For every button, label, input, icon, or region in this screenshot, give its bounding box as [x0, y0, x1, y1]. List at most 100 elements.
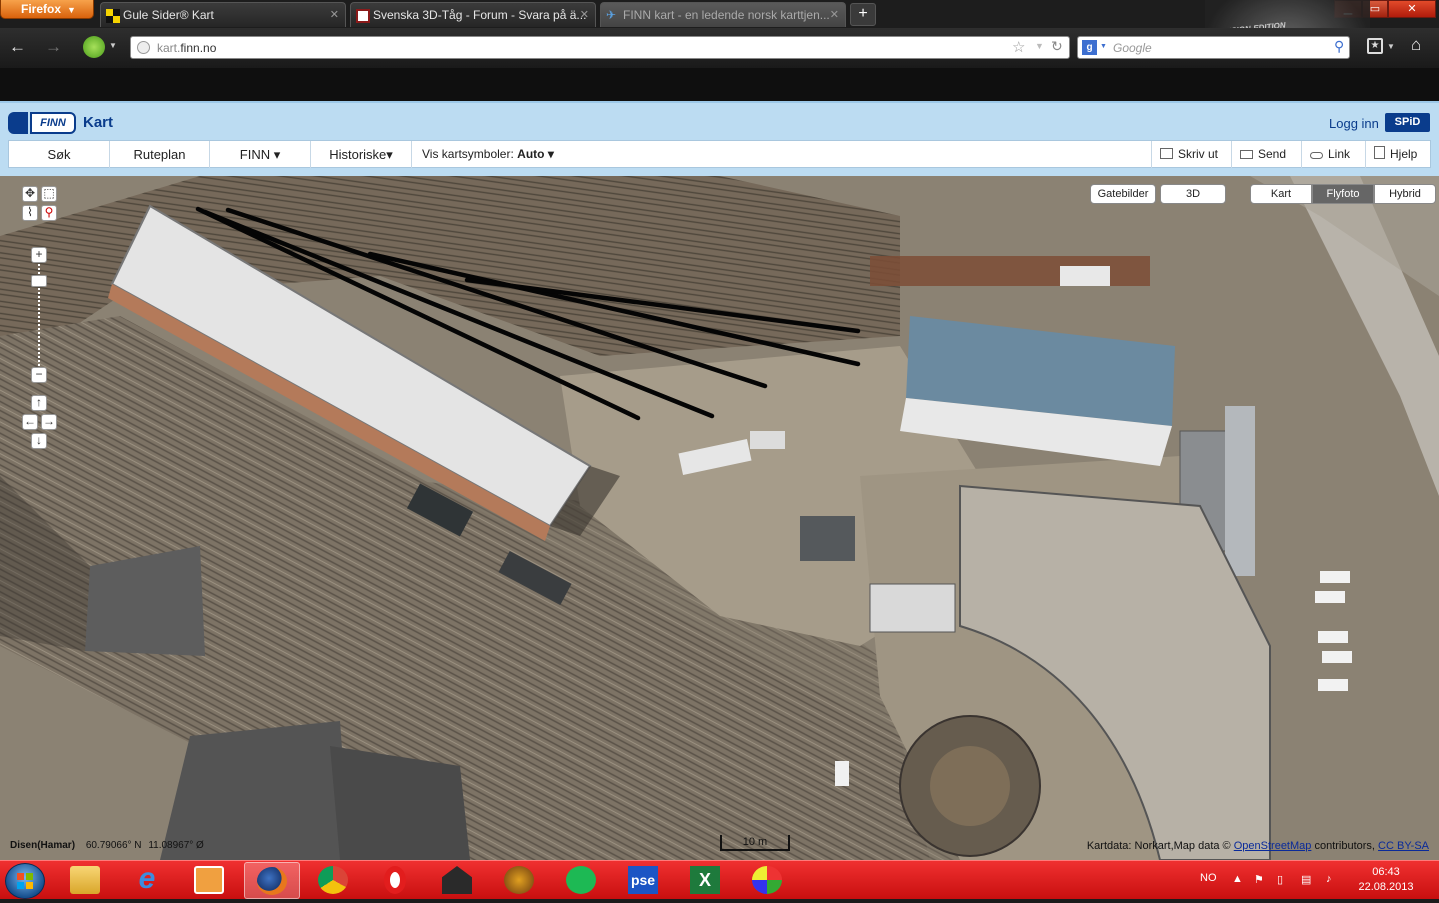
- taskbar-internet-explorer[interactable]: e: [120, 862, 176, 899]
- scale-label: 10 m: [742, 836, 768, 848]
- site-identity-icon[interactable]: [137, 41, 150, 54]
- pan-down-button[interactable]: ↓: [31, 433, 47, 449]
- chevron-down-icon[interactable]: ▼: [109, 41, 117, 50]
- taskbar-explorer[interactable]: [58, 862, 114, 899]
- windows-logo-icon: [17, 873, 33, 889]
- home-icon[interactable]: ⌂: [1411, 35, 1421, 55]
- taskbar-excel[interactable]: X: [678, 862, 734, 899]
- taskbar-train-app[interactable]: [430, 862, 486, 899]
- attribution-mid: contributors,: [1314, 840, 1375, 852]
- show-hidden-icons-icon[interactable]: ▲: [1232, 873, 1244, 886]
- page-title[interactable]: Kart: [83, 114, 113, 131]
- select-area-icon[interactable]: ⬚: [41, 186, 57, 202]
- system-clock[interactable]: 06:43 22.08.2013: [1356, 865, 1416, 895]
- marker-tool-icon[interactable]: ⚲: [41, 205, 57, 221]
- action-center-flag-icon[interactable]: ⚑: [1254, 873, 1266, 886]
- layer-kart-button[interactable]: Kart: [1250, 184, 1312, 204]
- chevron-down-icon[interactable]: ▼: [1035, 41, 1044, 51]
- latitude-value: 60.79066° N: [85, 840, 142, 851]
- taskbar-firefox[interactable]: [244, 862, 300, 899]
- google-engine-icon[interactable]: g: [1082, 40, 1097, 55]
- taskbar-paint[interactable]: [740, 862, 796, 899]
- pse-icon: pse: [628, 866, 658, 894]
- map-symbols-value: Auto ▾: [517, 147, 554, 161]
- link-button[interactable]: Link: [1301, 141, 1365, 168]
- gule-sider-favicon: [106, 9, 120, 23]
- aerial-map[interactable]: ✥ ⬚ ⌇ ⚲ + − ↑ ← → ↓ Gatebilder 3D Kart F…: [0, 176, 1439, 860]
- menu-finn[interactable]: FINN ▾: [210, 141, 311, 168]
- menu-ruteplan[interactable]: Ruteplan: [110, 141, 210, 168]
- windows-taskbar: e pse X NO ▲ ⚑ ▯ ▤ ♪ 06:43 22.08.2013: [0, 860, 1439, 899]
- print-button[interactable]: Skriv ut: [1151, 141, 1231, 168]
- aerial-photo: [0, 176, 1439, 860]
- language-indicator[interactable]: NO: [1200, 872, 1217, 884]
- firefox-menu-button[interactable]: Firefox ▼: [0, 0, 94, 19]
- layer-hybrid-button[interactable]: Hybrid: [1374, 184, 1436, 204]
- new-tab-button[interactable]: +: [850, 3, 876, 26]
- clock-date: 22.08.2013: [1358, 881, 1414, 893]
- help-button[interactable]: Hjelp: [1365, 141, 1431, 168]
- chrome-icon: [318, 866, 348, 894]
- menu-sok[interactable]: Søk: [9, 141, 110, 168]
- printer-icon: [1160, 148, 1173, 159]
- bookmarks-menu-icon[interactable]: ★: [1367, 38, 1383, 54]
- zoom-in-button[interactable]: +: [31, 247, 47, 263]
- firefox-menu-label: Firefox: [21, 2, 62, 16]
- finn-logo[interactable]: FINN: [8, 112, 76, 134]
- opera-icon: [384, 866, 406, 894]
- finn-logo-mark: [8, 112, 28, 134]
- addon-bar: [0, 68, 1439, 101]
- start-button[interactable]: [5, 863, 45, 899]
- pan-right-button[interactable]: →: [41, 414, 57, 430]
- openstreetmap-link[interactable]: OpenStreetMap: [1234, 840, 1312, 852]
- login-link[interactable]: Logg inn: [1329, 116, 1379, 131]
- addon-smiley-icon[interactable]: [83, 36, 105, 58]
- close-tab-icon[interactable]: ✕: [580, 8, 589, 21]
- menu-historiske[interactable]: Historiske▾: [311, 141, 412, 168]
- bookmark-star-icon[interactable]: ☆: [1012, 38, 1025, 56]
- battery-icon[interactable]: ▯: [1277, 873, 1289, 886]
- print-label: Skriv ut: [1178, 147, 1219, 161]
- taskbar-spotify[interactable]: [554, 862, 610, 899]
- taskbar-opera[interactable]: [368, 862, 424, 899]
- map-symbols-selector[interactable]: Vis kartsymboler: Auto ▾: [422, 141, 554, 168]
- chevron-down-icon: ▼: [67, 5, 76, 15]
- taskbar-steam-engine-app[interactable]: [492, 862, 548, 899]
- 3d-view-button[interactable]: 3D: [1160, 184, 1226, 204]
- spid-logo[interactable]: SPiD: [1385, 113, 1430, 132]
- close-tab-icon[interactable]: ✕: [330, 8, 339, 21]
- close-window-button[interactable]: ✕: [1388, 0, 1436, 18]
- chevron-down-icon[interactable]: ▼: [1387, 42, 1395, 51]
- taskbar-pse[interactable]: pse: [616, 862, 672, 899]
- search-bar[interactable]: g ▼ Google ⚲: [1077, 36, 1350, 59]
- help-label: Hjelp: [1390, 147, 1418, 161]
- firefox-icon: [257, 867, 287, 895]
- license-link[interactable]: CC BY-SA: [1378, 840, 1429, 852]
- tab-svenska-3d-tag[interactable]: Svenska 3D-Tåg - Forum - Svara på ä... ✕: [350, 2, 596, 27]
- zoom-out-button[interactable]: −: [31, 367, 47, 383]
- pan-up-button[interactable]: ↑: [31, 395, 47, 411]
- send-button[interactable]: Send: [1231, 141, 1301, 168]
- chevron-down-icon[interactable]: ▼: [1100, 43, 1107, 50]
- place-name: Disen(Hamar): [10, 840, 76, 851]
- zoom-slider-handle[interactable]: [31, 275, 47, 287]
- internet-explorer-icon: e: [138, 862, 156, 895]
- tab-finn-kart[interactable]: ✈ FINN kart - en ledende norsk karttjen.…: [600, 2, 846, 27]
- search-icon[interactable]: ⚲: [1334, 38, 1344, 55]
- draw-line-tool-icon[interactable]: ⌇: [22, 205, 38, 221]
- url-bar[interactable]: kart.finn.no ☆ ▼ ↻: [130, 36, 1070, 59]
- forward-arrow-icon[interactable]: →: [45, 37, 62, 57]
- back-arrow-icon[interactable]: ←: [9, 37, 26, 57]
- network-icon[interactable]: ▤: [1301, 873, 1313, 886]
- pan-left-button[interactable]: ←: [22, 414, 38, 430]
- close-tab-icon[interactable]: ✕: [830, 8, 839, 21]
- tab-gule-sider[interactable]: Gule Sider® Kart ✕: [100, 2, 346, 27]
- volume-icon[interactable]: ♪: [1326, 873, 1338, 886]
- reload-icon[interactable]: ↻: [1051, 38, 1063, 55]
- taskbar-media-player[interactable]: [182, 862, 238, 899]
- street-view-button[interactable]: Gatebilder: [1090, 184, 1156, 204]
- tab-title: Svenska 3D-Tåg - Forum - Svara på ä...: [373, 8, 587, 22]
- taskbar-chrome[interactable]: [306, 862, 362, 899]
- pan-tool-icon[interactable]: ✥: [22, 186, 38, 202]
- layer-flyfoto-button[interactable]: Flyfoto: [1312, 184, 1374, 204]
